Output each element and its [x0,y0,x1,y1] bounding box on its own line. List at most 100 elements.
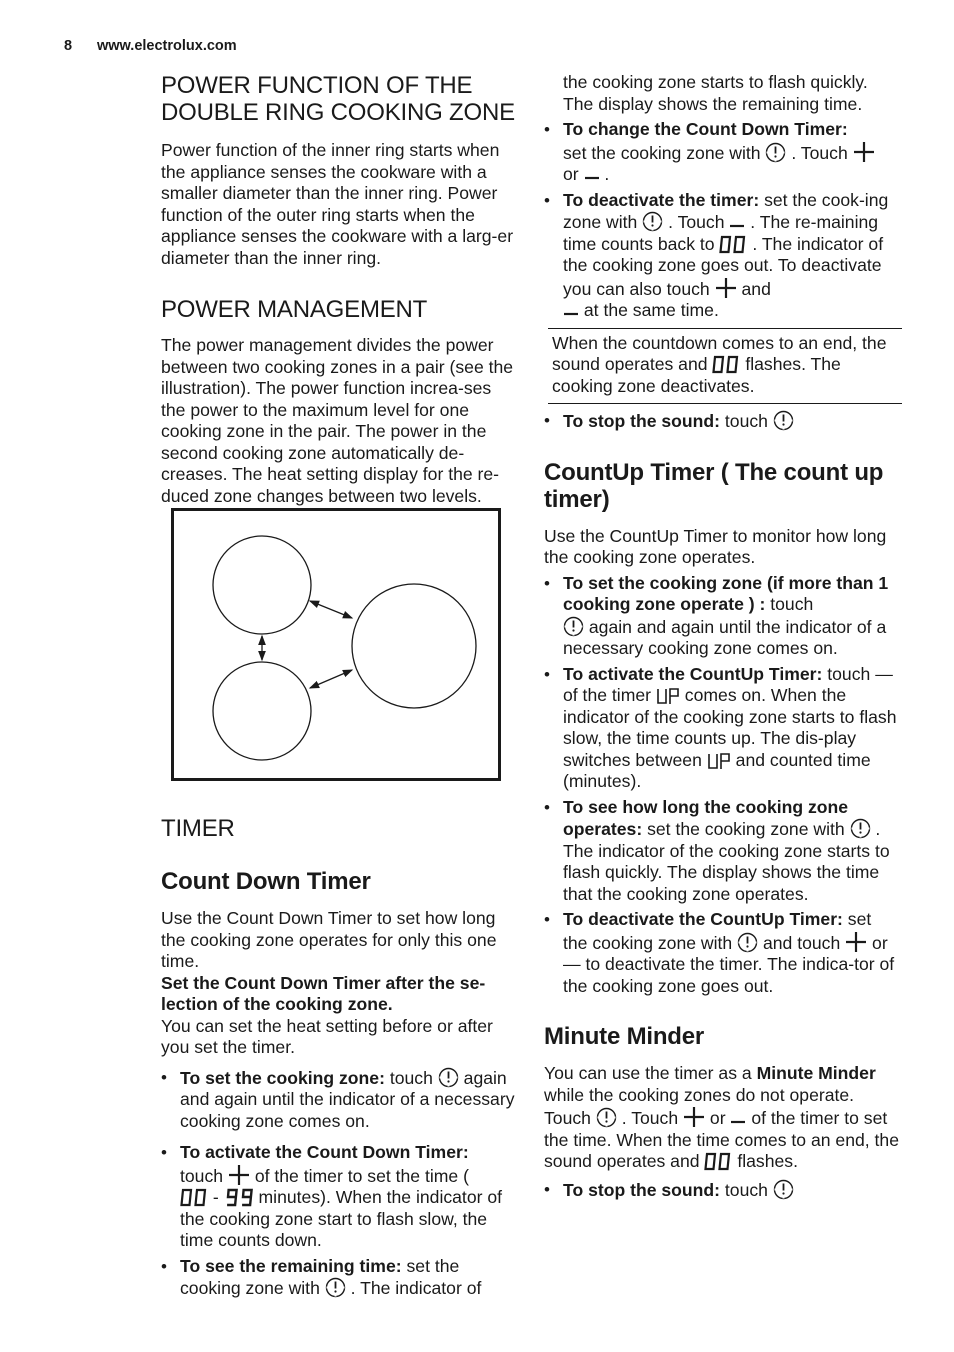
display-00-icon [712,355,740,374]
body-text: or [705,1108,731,1128]
step-text: touch [180,1165,228,1186]
timer-icon [325,1277,346,1298]
minus-icon [563,308,579,320]
list-item: To activate the Count Down Timer: touch o… [161,1142,516,1252]
timer-icon [773,410,794,431]
list-item: To deactivate the timer: set the cook-in… [544,190,899,322]
page-header: 8 www.electrolux.com [64,38,237,54]
timer-icon [773,1179,794,1200]
step-label: To stop the sound: [563,1179,721,1200]
countdown-bold-note: Set the Count Down Timer after the se-le… [161,972,486,1015]
step-label: To deactivate the CountUp Timer: [563,909,843,929]
arrow-bottom-right [308,669,354,689]
minute-minder-title: Minute Minder [544,1023,705,1050]
cooking-zone-bottom-left [212,661,312,761]
double-ring-body: Power function of the inner ring starts … [161,140,514,268]
step-text: or [563,164,584,184]
step-text: . Touch [786,142,853,163]
list-item: To stop the sound: touch [544,1179,899,1202]
step-label: To deactivate the timer: [563,189,760,210]
display-99-icon [224,1188,254,1207]
step-label: To change the Count Down Timer: [563,119,848,139]
minute-minder-steps: To stop the sound: touch [544,1179,899,1202]
list-item: To see how long the cooking zone operate… [544,797,899,906]
right-column: the cooking zone starts to flash quickly… [544,72,902,1202]
timer-icon [563,616,584,637]
step-text: touch [384,1067,438,1088]
arrow-top-right [308,600,354,619]
countdown-heat-note: You can set the heat setting before or a… [161,1015,493,1058]
timer-icon [850,818,871,839]
list-item: To activate the CountUp Timer: touch — o… [544,664,899,793]
timer-icon [765,142,786,163]
step-label: To activate the Count Down Timer: [180,1142,469,1162]
countup-title: CountUp Timer ( The count up timer) [544,458,884,513]
timer-title: TIMER [161,815,235,842]
step-text: - [208,1187,224,1207]
step-text: . [599,164,610,184]
display-00-icon [719,235,747,254]
step-text: again and again until the indicator of a… [563,616,887,659]
stop-sound-steps: To stop the sound: touch [544,410,899,433]
display-up-icon [707,752,731,770]
timer-icon [737,932,758,953]
countup-intro: Use the CountUp Timer to monitor how lon… [544,525,887,568]
timer-icon [438,1067,459,1088]
title-line: DOUBLE RING COOKING ZONE [161,99,515,126]
minus-icon [729,220,745,232]
step-label: To set the cooking zone (if more than 1 … [563,572,889,615]
plus-icon [853,141,875,163]
body-text: . Touch [616,1108,684,1128]
double-ring-title: POWER FUNCTION OF THE DOUBLE RING COOKING… [161,72,516,126]
step-text: . Touch [663,212,730,232]
title-line: POWER FUNCTION OF THE [161,72,473,99]
display-up-icon [656,687,680,705]
list-item: To see the remaining time: set the cooki… [161,1256,516,1300]
step-text: at the same time. [579,300,719,320]
display-00-icon [180,1188,208,1207]
step-label: To activate the CountUp Timer: [563,663,823,684]
step-text: and [736,278,771,299]
timer-icon [642,211,663,232]
list-item: To deactivate the CountUp Timer: set the… [544,909,899,997]
page-number: 8 [64,38,73,54]
step-text: set the cooking zone with [563,142,766,163]
countdown-end-note: When the countdown comes to an end, the … [548,327,902,404]
minus-icon [730,1116,746,1128]
body-text: flashes. [732,1151,798,1171]
step-text: set the cooking zone with [642,819,850,839]
list-item: To set the cooking zone (if more than 1 … [544,573,899,660]
minus-icon [584,172,600,184]
minute-minder-body: You can use the timer as a Minute Minder… [544,1063,899,1173]
body-text-bold: Minute Minder [756,1063,876,1083]
step-text: the cooking zone starts to flash quickly… [563,72,868,114]
plus-icon [715,277,737,299]
cooking-zone-right [351,583,477,709]
cooking-zone-top-left [212,535,312,635]
plus-icon [845,931,867,953]
step-text: touch [720,1179,773,1200]
site-url: www.electrolux.com [97,38,237,54]
display-00-icon [704,1152,732,1171]
power-management-diagram [171,508,501,781]
list-item: To change the Count Down Timer: set the c… [544,119,899,186]
countdown-steps: To set the cooking zone: touch again and… [161,1067,516,1300]
step-label: To stop the sound: [563,411,721,431]
countdown-steps-continued: the cooking zone starts to flash quickly… [544,72,899,322]
step-text: touch [720,411,773,431]
list-item: To stop the sound: touch [544,410,899,433]
countdown-title: Count Down Timer [161,868,371,895]
step-text: of the timer to set the time ( [249,1165,469,1186]
body-text: You can use the timer as a [544,1063,757,1083]
power-management-title: POWER MANAGEMENT [161,296,428,323]
plus-icon [683,1106,705,1128]
timer-icon [596,1107,617,1128]
step-label: To set the cooking zone: [180,1067,385,1088]
list-item-continued: the cooking zone starts to flash quickly… [544,72,899,115]
step-label: To see the remaining time: [180,1255,402,1276]
countup-steps: To set the cooking zone (if more than 1 … [544,573,899,998]
list-item: To set the cooking zone: touch again and… [161,1067,516,1133]
step-text: . The indicator of [345,1278,482,1298]
countdown-intro: Use the Count Down Timer to set how long… [161,908,497,971]
step-text: and touch [758,932,846,953]
